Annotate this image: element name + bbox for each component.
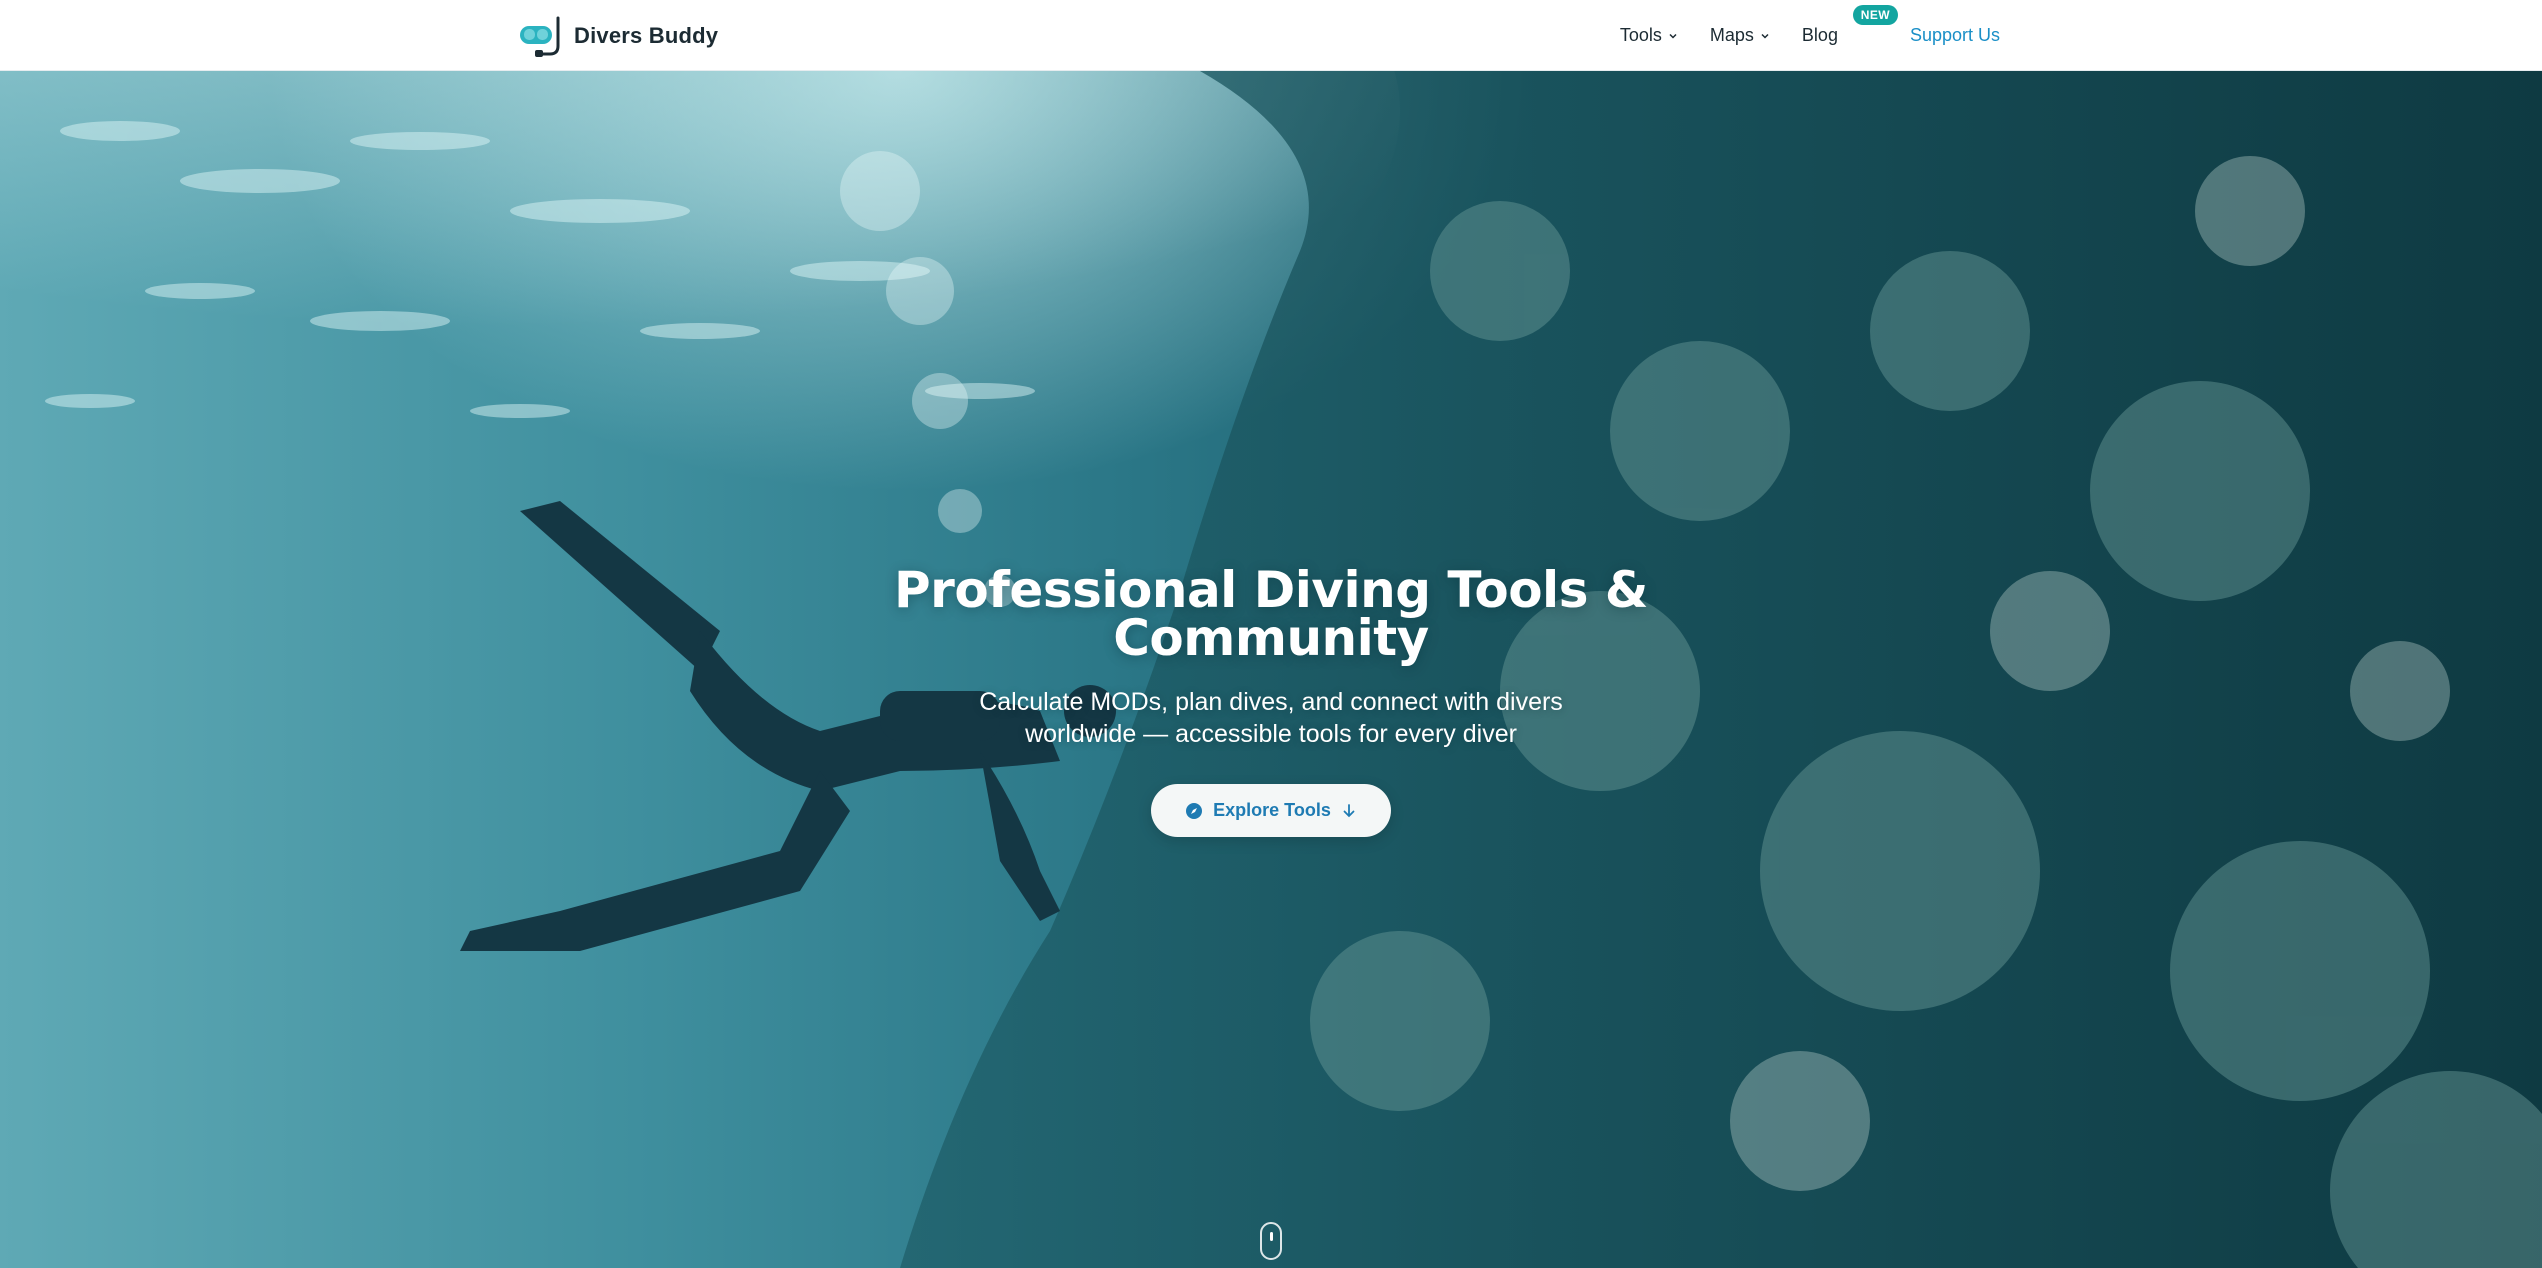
- scroll-dot: [1270, 1232, 1273, 1241]
- brand-logo-link[interactable]: Divers Buddy: [518, 14, 718, 58]
- arrow-down-icon: [1343, 803, 1355, 817]
- hero-subtitle: Calculate MODs, plan dives, and connect …: [979, 688, 1563, 748]
- site-header: Divers Buddy Tools Maps Blog NEW Support…: [0, 0, 2542, 71]
- compass-icon: [1186, 802, 1203, 819]
- mouse-scroll-icon[interactable]: [1260, 1222, 1282, 1260]
- hero-title: Professional Diving Tools & Community: [894, 561, 1648, 667]
- main-nav: Tools Maps Blog NEW Support Us: [1620, 0, 2000, 71]
- hero-content: Professional Diving Tools & Community Ca…: [871, 561, 1671, 837]
- chevron-down-icon: [1761, 33, 1769, 39]
- chevron-down-icon: [1669, 33, 1677, 39]
- nav-maps-dropdown[interactable]: Maps: [1710, 25, 1770, 46]
- explore-tools-label: Explore Tools: [1213, 800, 1331, 820]
- diving-mask-snorkel-icon: [520, 16, 560, 57]
- nav-maps-label: Maps: [1709, 25, 1754, 45]
- explore-tools-button[interactable]: Explore Tools: [1151, 784, 1391, 837]
- new-badge: NEW: [1852, 5, 1898, 25]
- hero-section: Professional Diving Tools & Community Ca…: [0, 71, 2542, 1268]
- nav-tools-label: Tools: [1619, 25, 1662, 45]
- support-us-link[interactable]: Support Us: [1910, 25, 2000, 46]
- nav-blog-link[interactable]: Blog NEW: [1801, 5, 1898, 46]
- nav-blog-label: Blog: [1801, 25, 1838, 45]
- nav-tools-dropdown[interactable]: Tools: [1620, 25, 1678, 46]
- brand-name: Divers Buddy: [574, 23, 719, 48]
